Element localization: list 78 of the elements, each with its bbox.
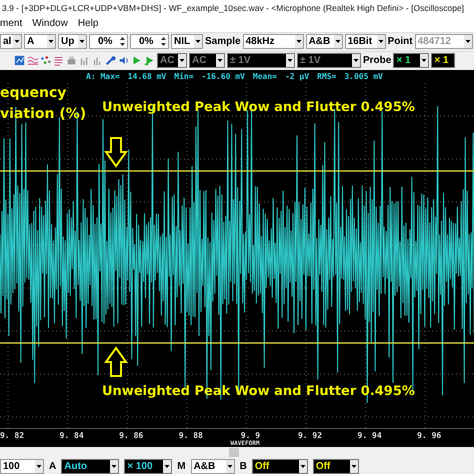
printer-icon[interactable] [66, 55, 77, 66]
stat-text: RMS= [317, 72, 336, 81]
scatter-icon[interactable] [40, 55, 51, 66]
bars-icon[interactable] [79, 55, 90, 66]
caret-icon [420, 54, 428, 68]
down-arrow-icon [104, 136, 128, 168]
dropdown[interactable]: A&B [190, 458, 235, 474]
caret-icon [294, 35, 303, 48]
bars-icon[interactable] [92, 55, 103, 66]
dropdown[interactable]: 100 [0, 458, 44, 474]
tick-label: 9. 82 [0, 431, 24, 440]
menu-item[interactable]: Help [78, 18, 98, 30]
play-icon[interactable] [131, 55, 142, 66]
tick-label: 9. 96 [417, 431, 442, 440]
caret-icon [13, 35, 21, 48]
up-arrow-icon [104, 346, 128, 377]
field-label: A [49, 460, 56, 472]
tick-label: 9. 9 [240, 431, 260, 440]
dropdown-value: × 1 [396, 55, 411, 66]
spin-field[interactable]: 0% [89, 34, 128, 50]
stat-text: 14.68 mV [128, 72, 166, 81]
dropdown[interactable]: 48kHz [242, 34, 304, 50]
menu-item[interactable]: Window [32, 18, 68, 30]
dropdown[interactable]: × 100 [124, 458, 172, 474]
stat-text: -16.60 mV [202, 72, 245, 81]
spinner-icon [118, 35, 127, 48]
tick-label: 9. 88 [178, 431, 203, 440]
probe-icon[interactable] [105, 55, 116, 66]
dropdown[interactable]: Up [58, 34, 87, 50]
scroll-thumb[interactable] [229, 448, 239, 458]
tick-label: 9. 92 [298, 431, 322, 440]
caret-icon [178, 54, 186, 68]
caret-icon [286, 54, 294, 68]
dropdown-value: Auto [64, 460, 88, 472]
spin-field[interactable]: 0% [130, 34, 169, 50]
caret-icon [47, 35, 55, 48]
dropdown-value: × 100 [127, 460, 153, 472]
dropdown[interactable]: Off [252, 458, 308, 474]
caret-icon [216, 54, 224, 68]
dropdown[interactable]: A [24, 34, 56, 50]
field-label: Point [388, 36, 413, 48]
stat-text: 3.005 mV [344, 72, 383, 81]
tick-label: 9. 86 [119, 431, 144, 440]
list-icon[interactable] [53, 55, 64, 66]
field-label: B [240, 460, 247, 472]
stat-text: Min= [174, 72, 194, 81]
window-title: 3.9 - [+3DP+DLG+LCR+UDP+VBM+DHS] - WF_example_10sec.wav - <Microphone (Realtek High Defini> - [Oscilloscope] [2, 2, 464, 13]
tick-label: 9. 94 [358, 431, 382, 440]
dropdown[interactable]: al [0, 34, 22, 50]
axis-label: equency [0, 84, 66, 101]
stat-text: A: Max= [86, 72, 120, 81]
dropdown[interactable]: Auto [61, 458, 120, 474]
dropdown[interactable]: Off [312, 458, 359, 474]
dropdown[interactable]: × 1 [431, 53, 456, 68]
tick-label: 9. 84 [60, 431, 84, 440]
caret-icon [194, 35, 202, 48]
stat-text: -2 μV [284, 72, 310, 81]
menu-item[interactable]: ment [0, 18, 22, 30]
dropdown-value: Off [316, 460, 330, 472]
field-label: Probe [363, 55, 392, 66]
caret-icon [376, 35, 385, 48]
dropdown-value: × 1 [434, 55, 449, 66]
caret-icon [334, 35, 342, 48]
field-label: Sample [205, 36, 241, 48]
chart-icon[interactable] [14, 55, 25, 66]
spinner-icon [159, 35, 168, 48]
caret-icon [78, 35, 86, 48]
stat-text: Mean= [252, 72, 277, 81]
field-label: M [177, 460, 186, 472]
dropdown[interactable]: 16Bit [344, 34, 386, 50]
play-icon[interactable] [144, 55, 155, 66]
dropdown-value: Off [254, 460, 270, 472]
wave-icon[interactable] [27, 55, 38, 66]
dropdown[interactable]: A&B [306, 34, 343, 50]
speaker-icon[interactable] [118, 55, 129, 66]
dropdown[interactable]: NIL [171, 34, 203, 50]
caret-icon [352, 54, 360, 68]
dropdown[interactable]: × 1 [393, 53, 430, 68]
